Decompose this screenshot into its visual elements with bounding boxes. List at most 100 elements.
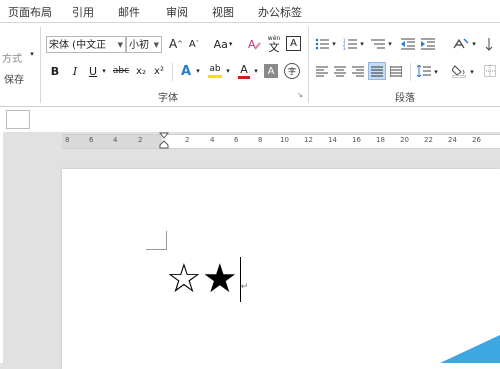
fangshi-dropdown-icon[interactable]: ▾ [28, 47, 36, 61]
ruler-area: 8 6 4 2 2 4 6 8 10 12 14 16 18 20 22 24 … [0, 132, 500, 150]
sort-icon [485, 38, 493, 51]
distributed-button[interactable] [388, 63, 404, 79]
pinyin-guide-button[interactable]: wén 文 [266, 35, 282, 53]
horizontal-ruler[interactable]: 8 6 4 2 2 4 6 8 10 12 14 16 18 20 22 24 … [62, 134, 500, 149]
ribbon: 方式 ▾ 保存 宋体 (中文正 ▼ 小初 ▼ A ^ Aˇ Aa ▾ A wén 文… [0, 23, 500, 107]
save-label[interactable]: 保存 [4, 71, 24, 86]
ruler-tick: 10 [280, 136, 289, 144]
underline-button[interactable]: U [86, 63, 100, 79]
clear-format-button[interactable]: A [246, 35, 262, 53]
distributed-icon [390, 65, 402, 77]
decrease-indent-icon [401, 38, 415, 50]
shading-button[interactable] [450, 62, 468, 80]
ruler-tick: 4 [113, 136, 118, 144]
bold-button[interactable]: B [48, 63, 62, 79]
align-left-icon [316, 66, 328, 76]
svg-text:A: A [248, 38, 256, 51]
text-line[interactable]: ☆★ ↵ [166, 257, 248, 302]
grow-font-button[interactable]: A ^ [168, 35, 184, 53]
margin-corner-mark [146, 231, 167, 250]
increase-indent-icon [421, 38, 435, 50]
increase-indent-button[interactable] [420, 35, 436, 53]
align-right-button[interactable] [350, 63, 366, 79]
font-color-button[interactable]: A [236, 61, 252, 81]
line-spacing-icon [417, 65, 431, 77]
font-name-combo[interactable]: 宋体 (中文正 ▼ [46, 36, 126, 53]
ruler-tick: 26 [472, 136, 481, 144]
quick-bar [0, 107, 500, 133]
enclose-char-button[interactable]: 字 [284, 63, 300, 79]
menu-review[interactable]: 审阅 [166, 4, 188, 20]
char-border-label: A [290, 38, 297, 49]
ruler-tick: 2 [185, 136, 190, 144]
multilevel-list-icon [371, 39, 385, 49]
align-center-button[interactable] [332, 63, 348, 79]
shrink-font-label: A [188, 38, 196, 50]
dialog-launcher-icon[interactable]: ↘ [296, 91, 304, 99]
ruler-tick: 4 [210, 136, 215, 144]
highlight-button[interactable]: ab [206, 61, 224, 81]
ruler-tick: 16 [352, 136, 361, 144]
chevron-down-icon[interactable]: ▾ [252, 63, 260, 79]
corner-decoration [440, 335, 500, 363]
ruler-tick: 6 [234, 136, 239, 144]
multilevel-list-button[interactable] [370, 35, 386, 53]
shading-color-bar [452, 75, 466, 78]
char-border-button[interactable]: A [286, 36, 301, 51]
view-box[interactable] [6, 110, 30, 129]
italic-button[interactable]: I [68, 63, 82, 79]
ruler-tick: 24 [448, 136, 457, 144]
menu-page-layout[interactable]: 页面布局 [8, 4, 52, 20]
grow-font-label: A [168, 37, 178, 51]
ruler-tick: 22 [424, 136, 433, 144]
line-spacing-button[interactable] [416, 63, 432, 79]
ruler-tick: 8 [258, 136, 263, 144]
chevron-down-icon[interactable]: ▾ [100, 63, 108, 79]
svg-text:3: 3 [343, 46, 346, 50]
text-effect-button[interactable]: A [178, 62, 194, 80]
document-page[interactable]: ☆★ ↵ [62, 169, 500, 369]
separator [308, 27, 309, 103]
decrease-indent-button[interactable] [400, 35, 416, 53]
strikethrough-button[interactable]: abc [112, 63, 130, 79]
highlight-color-bar [208, 75, 222, 78]
change-case-button[interactable]: Aa ▾ [210, 35, 236, 53]
menu-view[interactable]: 视图 [212, 4, 234, 20]
justify-button[interactable] [368, 62, 386, 80]
shrink-font-button[interactable]: Aˇ [186, 35, 202, 53]
menu-references[interactable]: 引用 [72, 4, 94, 20]
chevron-down-icon[interactable]: ▾ [224, 63, 232, 79]
numbering-button[interactable]: 123 [342, 35, 358, 53]
chevron-down-icon[interactable]: ▾ [468, 65, 476, 79]
separator [172, 63, 173, 81]
chevron-down-icon[interactable]: ▾ [330, 37, 338, 51]
sort-button[interactable] [484, 35, 500, 53]
superscript-button[interactable]: x² [152, 63, 166, 79]
subscript-button[interactable]: x₂ [134, 63, 148, 79]
chevron-down-icon[interactable]: ▾ [470, 37, 478, 51]
borders-button[interactable] [482, 63, 498, 79]
font-size-combo[interactable]: 小初 ▼ [126, 36, 162, 53]
paragraph-group-label: 段落 [395, 93, 415, 104]
justify-icon [371, 66, 383, 76]
bullets-button[interactable] [314, 35, 330, 53]
separator [40, 27, 41, 103]
font-group-label: 字体 [158, 93, 178, 104]
menu-office-tab[interactable]: 办公标签 [258, 4, 302, 20]
menu-mailings[interactable]: 邮件 [118, 4, 140, 20]
fangshi-label[interactable]: 方式 [2, 50, 22, 65]
align-left-button[interactable] [314, 63, 330, 79]
ruler-tick: 18 [376, 136, 385, 144]
chevron-down-icon[interactable]: ▾ [432, 65, 440, 79]
chevron-down-icon[interactable]: ▾ [386, 37, 394, 51]
document-area: ☆★ ↵ [0, 151, 500, 369]
chevron-down-icon[interactable]: ▾ [194, 63, 202, 79]
chinese-layout-button[interactable] [452, 35, 470, 53]
font-name-value: 宋体 (中文正 [49, 40, 107, 51]
paragraph-mark: ↵ [240, 281, 249, 292]
ruler-tick: 20 [400, 136, 409, 144]
indent-marker-icon[interactable] [159, 132, 169, 152]
char-shading-button[interactable]: A [264, 64, 278, 78]
chevron-down-icon[interactable]: ▾ [358, 37, 366, 51]
separator [410, 63, 411, 81]
